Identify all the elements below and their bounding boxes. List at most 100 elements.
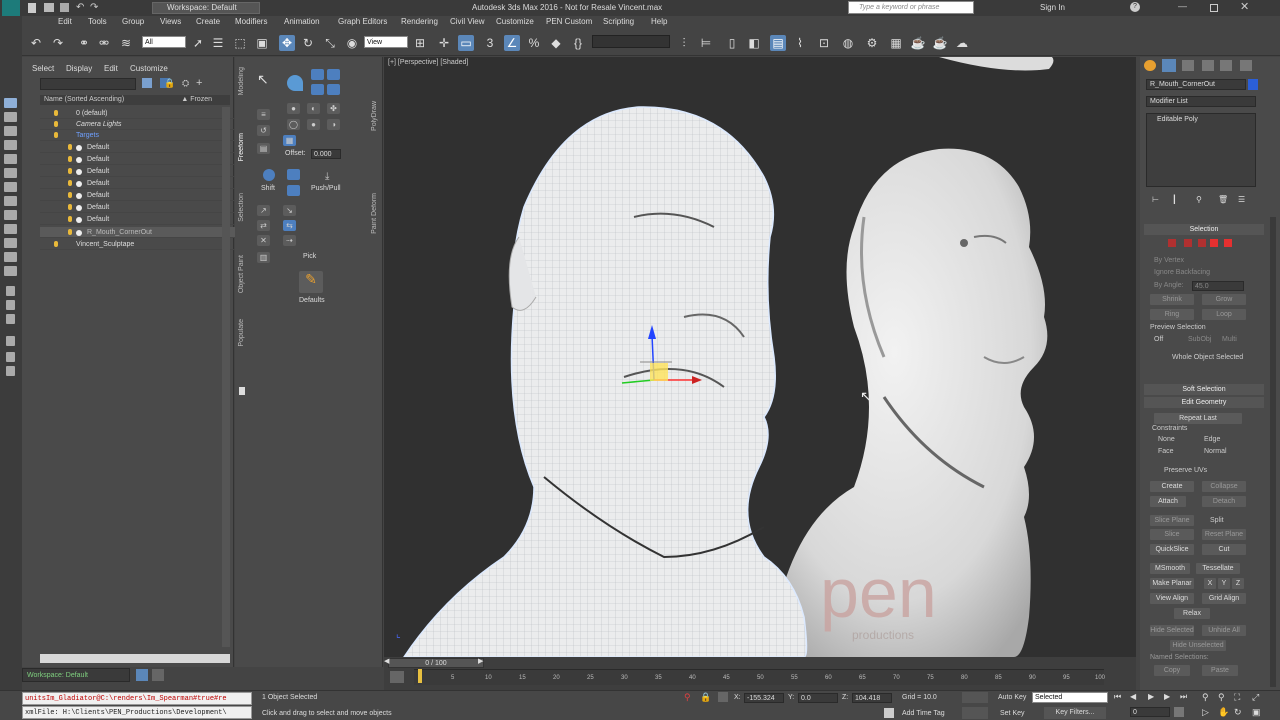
add-time-tag-button[interactable]: Add Time Tag [902,710,945,717]
tab-display[interactable]: Display [66,64,92,73]
display-helpers-icon[interactable] [4,168,17,178]
layer-icon[interactable] [6,352,15,362]
conform-icon[interactable]: ≡ [257,109,270,120]
defaults-brush-icon[interactable]: ✎ [299,271,323,293]
shift-option-2[interactable] [287,185,300,196]
list-item[interactable]: Default✱ [40,142,248,153]
modifier-stack[interactable]: Editable Poly [1146,113,1256,187]
auto-key-button[interactable]: Auto Key [998,694,1026,701]
workspace-dropdown[interactable]: Workspace: Default [152,2,260,14]
display-spacewarps-icon[interactable] [4,182,17,192]
x-coord-field[interactable]: -155.324 [744,693,784,703]
keyboard-shortcut-override-icon[interactable]: ▭ [458,35,474,51]
time-slider-prev-icon[interactable]: ◀ [384,657,389,665]
percent-snap-icon[interactable]: % [526,35,542,51]
ribbon-tab-paint-deform[interactable]: Paint Deform [371,193,378,234]
minimize-icon[interactable]: — [1178,1,1187,11]
menu-group[interactable]: Group [122,17,144,26]
rendered-frame-window-icon[interactable]: ▦ [888,35,904,51]
split-checkbox[interactable]: Split [1210,517,1224,524]
menu-animation[interactable]: Animation [284,17,320,26]
orbit-icon[interactable]: ↻ [1234,707,1242,718]
app-logo-icon[interactable] [2,0,20,16]
copy-button[interactable]: Copy [1154,665,1190,676]
prev-frame-icon[interactable]: ◀ [1130,692,1136,701]
selection-region-icon[interactable]: ⬚ [232,35,248,51]
preview-off-radio[interactable]: Off [1154,336,1163,343]
make-planar-button[interactable]: Make Planar [1150,578,1194,589]
maxscript-output-line[interactable]: xmlFile: H:\Clients\PEN_Productions\Deve… [22,706,252,719]
render-iterative-icon[interactable]: ☕ [932,35,948,51]
msmooth-button[interactable]: MSmooth [1150,563,1190,574]
time-slider-next-icon[interactable]: ▶ [478,657,483,665]
explorer-layer-icon[interactable] [152,669,164,681]
list-item[interactable]: Default✱ [40,202,248,213]
list-item[interactable]: Camera Lights✱ [40,119,248,130]
toggle-scene-explorer-icon[interactable]: ▯ [724,35,740,51]
shift-option-1[interactable] [287,169,300,180]
show-end-result-icon[interactable]: ┃ [1172,195,1177,204]
utilities-tab-icon[interactable] [1240,60,1252,71]
transform-option-4[interactable]: ⇆ [283,220,296,231]
list-item-selected[interactable]: R_Mouth_CornerOut✱ [40,227,248,238]
tab-select[interactable]: Select [32,64,54,73]
named-selection-set-dropdown[interactable] [592,35,670,48]
edit-named-selection-icon[interactable]: {} [570,35,586,51]
menu-customize[interactable]: Customize [496,17,534,26]
cut-button[interactable]: Cut [1202,544,1246,555]
redo-quick-icon[interactable]: ↷ [90,2,98,13]
configure-sets-icon[interactable]: ☰ [1238,195,1245,204]
shift-icon[interactable] [263,169,275,181]
menu-help[interactable]: Help [651,17,667,26]
set-key-icon[interactable] [962,707,988,719]
maximize-icon[interactable] [1210,4,1218,12]
by-vertex-checkbox[interactable]: By Vertex [1154,257,1184,264]
brush-option-2[interactable] [327,69,340,80]
display-all-icon[interactable] [6,286,15,296]
link-icon[interactable]: ⚭ [76,35,92,51]
curve-editor-icon[interactable]: ⌇ [792,35,808,51]
display-frozen-icon[interactable] [4,252,17,262]
offset-spinner[interactable]: 0.000 [311,149,341,159]
toggle-ribbon-icon[interactable]: ▤ [770,35,786,51]
quick-access-new-icon[interactable] [28,3,36,13]
hide-selected-button[interactable]: Hide Selected [1150,625,1194,636]
horizontal-scrollbar[interactable] [40,654,230,663]
goto-end-icon[interactable]: ⏭ [1180,692,1187,702]
motion-tab-icon[interactable] [1202,60,1214,71]
search-input[interactable]: Type a keyword or phrase [848,1,974,14]
edit-geometry-rollout-header[interactable]: Edit Geometry [1144,397,1264,408]
vertical-scrollbar[interactable] [222,107,230,647]
brush-option-1[interactable] [311,69,324,80]
ribbon-tab-populate[interactable]: Populate [238,319,245,347]
list-item[interactable]: Default✱ [40,154,248,165]
display-cameras-icon[interactable] [4,154,17,164]
help-icon[interactable]: ? [1130,2,1140,12]
modifier-list-dropdown[interactable]: Modifier List [1146,96,1256,107]
render-setup-icon[interactable]: ⚙ [864,35,880,51]
time-tag-icon[interactable] [884,708,894,718]
snaps-toggle-icon[interactable]: 3 [482,35,498,51]
display-lights-icon[interactable] [4,140,17,150]
planar-x-button[interactable]: X [1204,578,1216,589]
add-layer-icon[interactable]: + [196,77,202,89]
display-filter-icon[interactable] [4,98,17,108]
constraint-face-radio[interactable]: Face [1158,448,1174,455]
object-color-swatch[interactable] [1248,79,1258,90]
reset-plane-button[interactable]: Reset Plane [1202,529,1246,540]
paint-brush-icon[interactable] [287,75,303,91]
undo-icon[interactable]: ↶ [28,35,44,51]
align-icon[interactable]: ⊨ [698,35,714,51]
toggle-layer-explorer-icon[interactable]: ◧ [746,35,762,51]
absolute-mode-icon[interactable] [718,692,728,702]
play-icon[interactable]: ▶ [1148,692,1154,701]
unhide-all-button[interactable]: Unhide All [1202,625,1246,636]
vertex-level-icon[interactable] [1168,239,1176,247]
filter-icon[interactable] [6,336,15,346]
redo-icon[interactable]: ↷ [50,35,66,51]
relax-button[interactable]: Relax [1174,608,1210,619]
remove-modifier-icon[interactable]: 🗑 [1218,195,1228,204]
menu-pen-custom[interactable]: PEN Custom [546,17,592,26]
transform-option-3[interactable]: ⇄ [257,220,270,231]
key-mode-icon[interactable] [962,692,988,703]
